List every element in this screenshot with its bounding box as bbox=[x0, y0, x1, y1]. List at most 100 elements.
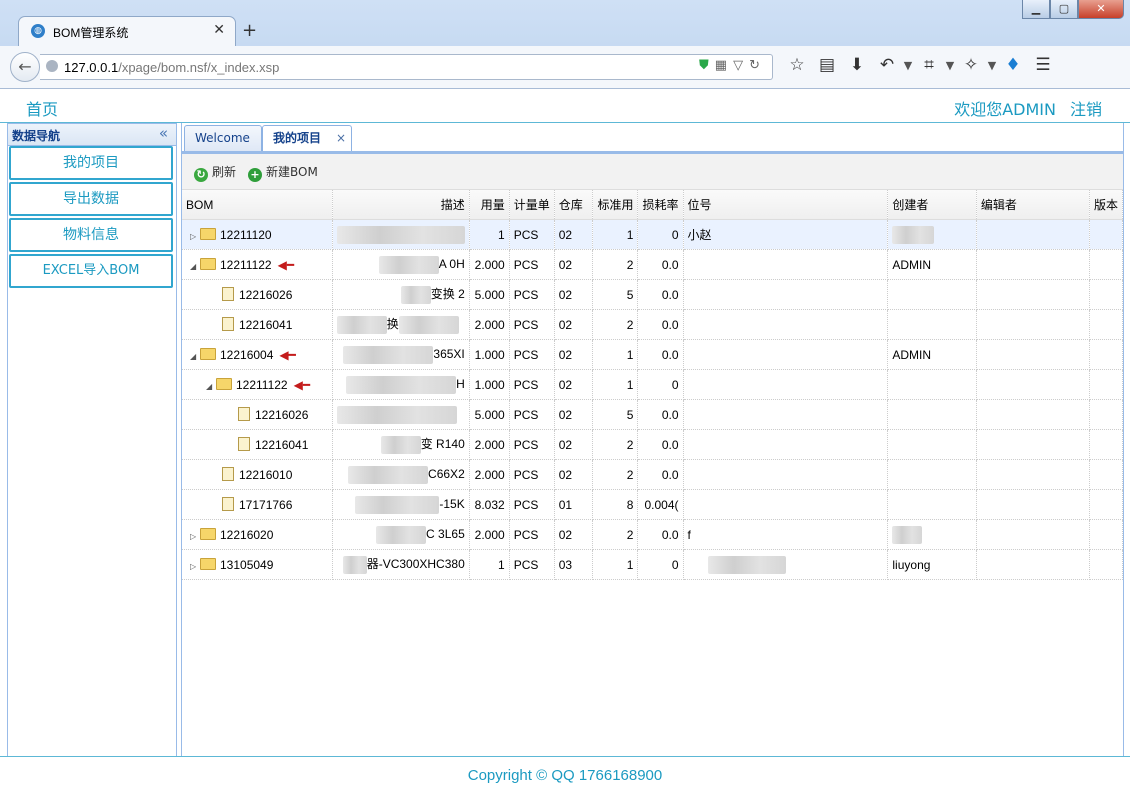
home-link[interactable]: 首页 bbox=[26, 96, 58, 120]
table-row[interactable]: ◢ 12211122 ◀━ A 0H 2.000 PCS 02 2 0.0 ADMI… bbox=[182, 249, 1124, 280]
column-header-creator[interactable]: 创建者 bbox=[887, 190, 977, 220]
editor-cell bbox=[976, 429, 1090, 460]
back-arrow-icon[interactable]: ← bbox=[10, 52, 40, 82]
reload-icon[interactable]: ↻ bbox=[749, 58, 766, 73]
position-cell bbox=[683, 399, 889, 430]
column-header-description[interactable]: 描述 bbox=[332, 190, 470, 220]
browser-tab[interactable]: ◍ BOM管理系统 ✕ bbox=[18, 16, 236, 47]
bom-code: 12216026 bbox=[255, 408, 309, 422]
shield-icon[interactable]: ⛊ bbox=[699, 58, 715, 73]
page-footer: Copyright © QQ 1766168900 bbox=[0, 756, 1130, 794]
sidebar: 数据导航 « 我的项目 导出数据 物料信息 EXCEL导入BOM bbox=[7, 123, 177, 759]
column-header-position[interactable]: 位号 bbox=[683, 190, 889, 220]
sidebar-item-export-data[interactable]: 导出数据 bbox=[9, 182, 173, 216]
column-header-quantity[interactable]: 用量 bbox=[469, 190, 510, 220]
undo-icon[interactable]: ↶ bbox=[872, 55, 902, 75]
close-window-button[interactable]: ✕ bbox=[1078, 0, 1124, 19]
tab-my-projects[interactable]: 我的项目 × bbox=[262, 125, 352, 151]
table-row[interactable]: 12216041 变 R140 2.000 PCS 02 2 0.0 bbox=[182, 429, 1124, 460]
collapse-arrow-icon[interactable]: ◢ bbox=[190, 352, 200, 361]
table-row[interactable]: 12216041 换 2.000 PCS 02 2 0.0 bbox=[182, 309, 1124, 340]
close-tab-icon[interactable]: × bbox=[336, 126, 346, 150]
close-tab-icon[interactable]: ✕ bbox=[213, 22, 225, 38]
warehouse-cell: 02 bbox=[554, 369, 594, 400]
table-row[interactable]: 17171766 -15K 8.032 PCS 01 8 0.004( bbox=[182, 489, 1124, 520]
column-header-unit[interactable]: 计量单 bbox=[509, 190, 555, 220]
version-cell bbox=[1089, 489, 1124, 520]
sidebar-item-my-projects[interactable]: 我的项目 bbox=[9, 146, 173, 180]
table-row[interactable]: ▷ 12216020 C 3L65 2.000 PCS 02 2 0.0 f bbox=[182, 519, 1124, 550]
download-icon[interactable]: ⬇ bbox=[842, 55, 872, 75]
folder-open-icon bbox=[216, 377, 232, 390]
expand-arrow-icon[interactable]: ▷ bbox=[190, 562, 200, 571]
browser-tab-title: BOM管理系统 bbox=[53, 26, 129, 40]
sidebar-item-excel-import[interactable]: EXCEL导入BOM bbox=[9, 254, 173, 288]
bookmark-star-icon[interactable]: ☆ bbox=[782, 55, 812, 75]
minimize-window-button[interactable]: ▁ bbox=[1022, 0, 1050, 19]
column-header-loss-rate[interactable]: 损耗率 bbox=[637, 190, 684, 220]
table-row[interactable]: ◢ 12211122 ◀━ H 1.000 PCS 02 1 0 bbox=[182, 369, 1124, 400]
file-icon bbox=[222, 287, 234, 301]
quantity-cell: 1 bbox=[469, 549, 510, 580]
address-bar[interactable]: 127.0.0.1/xpage/bom.nsf/x_index.xsp ⛊▦▽↻ bbox=[40, 54, 773, 80]
table-row[interactable]: ◢ 12216004 ◀━ 365XI 1.000 PCS 02 1 0.0 ADM… bbox=[182, 339, 1124, 370]
table-row[interactable]: 12216026 变换 2 5.000 PCS 02 5 0.0 bbox=[182, 279, 1124, 310]
collapse-sidebar-icon[interactable]: « bbox=[159, 124, 168, 142]
unit-cell: PCS bbox=[509, 549, 555, 580]
column-header-standard-usage[interactable]: 标准用 bbox=[592, 190, 639, 220]
bom-code: 12216041 bbox=[255, 438, 309, 452]
new-tab-icon[interactable]: + bbox=[242, 20, 257, 41]
reading-list-icon[interactable]: ▤ bbox=[812, 55, 842, 75]
sidebar-item-material-info[interactable]: 物料信息 bbox=[9, 218, 173, 252]
column-header-warehouse[interactable]: 仓库 bbox=[554, 190, 594, 220]
chevron-down-icon[interactable]: ▼ bbox=[902, 55, 914, 75]
description-cell: 换 bbox=[386, 317, 399, 332]
warehouse-cell: 02 bbox=[554, 459, 594, 490]
tab-my-projects-label: 我的项目 bbox=[273, 131, 322, 145]
maximize-window-button[interactable]: ▢ bbox=[1050, 0, 1078, 19]
chevron-down-icon[interactable]: ▼ bbox=[986, 55, 998, 75]
loss-rate-cell: 0.004( bbox=[637, 489, 684, 520]
table-row[interactable]: ▷ 12211120 1 PCS 02 1 0 小赵 bbox=[182, 219, 1124, 250]
position-cell bbox=[683, 369, 889, 400]
position-cell bbox=[683, 489, 889, 520]
description-cell: 365XI bbox=[433, 346, 465, 361]
quantity-cell: 8.032 bbox=[469, 489, 510, 520]
expand-arrow-icon[interactable]: ▷ bbox=[190, 532, 200, 541]
bom-code: 12211120 bbox=[220, 227, 272, 242]
extension-icon[interactable]: ✧ bbox=[956, 55, 986, 75]
table-row[interactable]: 12216010 C66X2 2.000 PCS 02 2 0.0 bbox=[182, 459, 1124, 490]
table-row[interactable]: 12216026 5.000 PCS 02 5 0.0 bbox=[182, 399, 1124, 430]
standard-usage-cell: 5 bbox=[592, 399, 639, 430]
description-cell: -15K bbox=[439, 496, 465, 511]
expand-arrow-icon[interactable]: ▷ bbox=[190, 232, 200, 241]
redacted-description bbox=[376, 525, 427, 544]
column-header-bom[interactable]: BOM bbox=[182, 190, 333, 220]
collapse-arrow-icon[interactable]: ◢ bbox=[206, 382, 216, 391]
collapse-arrow-icon[interactable]: ◢ bbox=[190, 262, 200, 271]
creator-cell bbox=[887, 369, 977, 400]
tab-welcome[interactable]: Welcome bbox=[184, 125, 262, 151]
logout-link[interactable]: 注销 bbox=[1070, 96, 1102, 120]
version-cell bbox=[1089, 429, 1124, 460]
dropdown-icon[interactable]: ▽ bbox=[733, 58, 749, 73]
refresh-button[interactable]: ↻ 刷新 bbox=[194, 163, 236, 182]
welcome-user-text: 欢迎您ADMIN bbox=[954, 100, 1056, 119]
redacted-description bbox=[336, 225, 465, 244]
column-header-editor[interactable]: 编辑者 bbox=[976, 190, 1090, 220]
standard-usage-cell: 5 bbox=[592, 279, 639, 310]
menu-icon[interactable]: ☰ bbox=[1028, 55, 1058, 75]
main-panel: Welcome 我的项目 × ↻ 刷新 + 新建BOM BOM 描述 用量 计量单 仓… bbox=[181, 123, 1124, 758]
unit-cell: PCS bbox=[509, 309, 555, 340]
column-header-version[interactable]: 版本 bbox=[1089, 190, 1124, 220]
sync-icon[interactable]: ♦ bbox=[998, 55, 1028, 75]
unit-cell: PCS bbox=[509, 249, 555, 280]
crop-icon[interactable]: ⌗ bbox=[914, 55, 944, 75]
qr-code-icon[interactable]: ▦ bbox=[715, 58, 733, 73]
new-bom-button[interactable]: + 新建BOM bbox=[248, 163, 318, 182]
app-page: 首页 欢迎您ADMIN 注销 数据导航 « 我的项目 导出数据 物料信息 EXC… bbox=[0, 89, 1130, 794]
table-row[interactable]: ▷ 13105049 器-VC300XHC380 1 PCS 03 1 0 liu… bbox=[182, 549, 1124, 580]
bom-code: 12216026 bbox=[239, 288, 293, 302]
chevron-down-icon[interactable]: ▼ bbox=[944, 55, 956, 75]
quantity-cell: 1.000 bbox=[469, 339, 510, 370]
